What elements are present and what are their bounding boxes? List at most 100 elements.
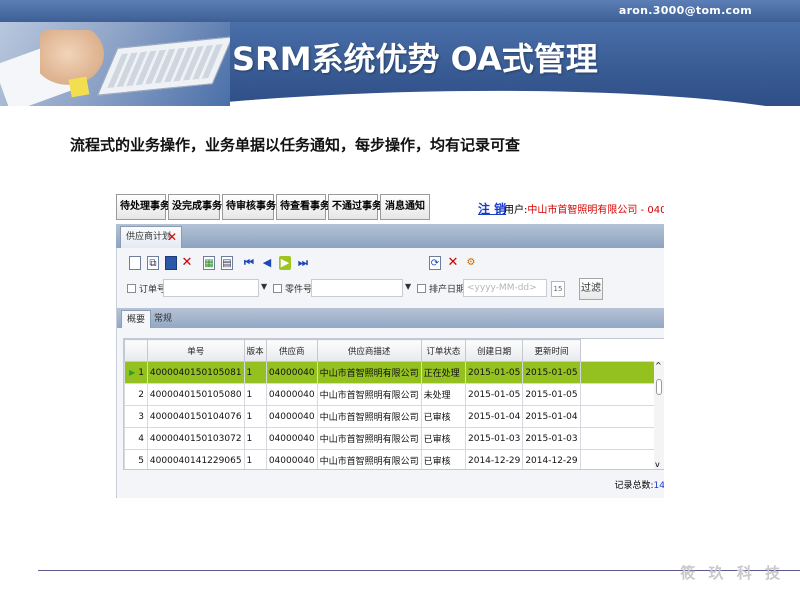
slide-subtitle: 流程式的业务操作，业务单据以任务通知，每步操作，均有记录可查 (70, 136, 521, 154)
table-row[interactable]: ▶ 1 4000040150105081 1 04000040 中山市首智照明有… (124, 361, 664, 384)
part-no-checkbox[interactable] (273, 284, 282, 293)
column-header[interactable]: 版本 (243, 339, 267, 362)
supplier-desc-cell[interactable]: 中山市首智照明有限公司 (316, 427, 422, 450)
column-header[interactable]: 供应商 (265, 339, 318, 362)
part-no-dropdown-icon[interactable]: ▼ (405, 282, 411, 291)
order-number-cell[interactable]: 4000040150105081 (146, 361, 245, 384)
supplier-desc-cell[interactable]: 中山市首智照明有限公司 (316, 361, 422, 384)
last-record-icon[interactable]: ⏭ (297, 256, 309, 270)
tab-supplier-plan[interactable]: 供应商计划 ✕ (120, 226, 182, 248)
close-icon[interactable]: ✕ (167, 227, 177, 247)
order-number-cell[interactable]: 4000040150103072 (146, 427, 245, 450)
updated-date-cell[interactable]: 2014-12-29 (522, 449, 581, 469)
vertical-scrollbar[interactable]: ^ v (654, 361, 664, 469)
settings-icon[interactable]: ⚙ (465, 256, 477, 270)
order-table: 单号 版本 供应商 供应商描述 订单状态 创建日期 更新时间 ▶ 1 40000… (123, 338, 664, 470)
cancel-icon[interactable]: ✕ (447, 256, 459, 270)
supplier-plan-panel: ⧉ ✕ ▦ ▤ ⏮ ◀ ▶ ⏭ ⟳ ✕ ⚙ 订单号: ▼ 零件号: ▼ 排产日期… (116, 248, 664, 498)
refresh-icon[interactable]: ⟳ (429, 256, 441, 270)
supplier-desc-cell[interactable]: 中山市首智照明有限公司 (316, 449, 422, 469)
save-icon[interactable] (165, 256, 177, 270)
delete-icon[interactable]: ✕ (181, 256, 193, 270)
tab-review-tasks[interactable]: 待审核事务 (222, 194, 276, 220)
date-checkbox[interactable] (417, 284, 426, 293)
status-cell[interactable]: 已审核 (420, 405, 467, 428)
table-row[interactable]: 5 4000040141229065 1 04000040 中山市首智照明有限公… (124, 449, 664, 469)
status-cell[interactable]: 已审核 (420, 449, 467, 469)
banner-photo (0, 22, 230, 106)
created-date-cell[interactable]: 2015-01-05 (464, 361, 524, 384)
status-cell[interactable]: 未处理 (420, 383, 467, 406)
column-header[interactable]: 单号 (146, 339, 245, 362)
tab-general[interactable]: 常规 (149, 310, 177, 328)
created-date-cell[interactable]: 2015-01-04 (464, 405, 524, 428)
tab-rejected-tasks[interactable]: 不通过事务1 (328, 194, 389, 220)
table-row[interactable]: 3 4000040150104076 1 04000040 中山市首智照明有限公… (124, 405, 664, 428)
supplier-cell[interactable]: 04000040 (265, 383, 318, 406)
order-number-cell[interactable]: 4000040150105080 (146, 383, 245, 406)
filter-button[interactable]: 过滤 (579, 278, 603, 300)
tab-unfinished-tasks[interactable]: 没完成事务 (168, 194, 222, 220)
supplier-cell[interactable]: 04000040 (265, 405, 318, 428)
supplier-cell[interactable]: 04000040 (265, 449, 318, 469)
column-header[interactable]: 订单状态 (420, 339, 467, 362)
date-input[interactable]: <yyyy-MM-dd> (463, 279, 547, 297)
created-date-cell[interactable]: 2015-01-03 (464, 427, 524, 450)
scroll-down-icon[interactable]: v (655, 460, 660, 469)
tab-pending-tasks[interactable]: 待处理事务1 (116, 194, 177, 220)
calendar-icon[interactable]: 15 (551, 281, 565, 297)
order-no-checkbox[interactable] (127, 284, 136, 293)
srm-app-screenshot: 待处理事务1 没完成事务 待审核事务 待查看事务 不通过事务1 消息通知 注 销… (116, 192, 664, 498)
column-header[interactable]: 供应商描述 (316, 339, 422, 362)
tab-view-tasks[interactable]: 待查看事务 (276, 194, 330, 220)
updated-date-cell[interactable]: 2015-01-05 (522, 383, 581, 406)
supplier-desc-cell[interactable]: 中山市首智照明有限公司 (316, 405, 422, 428)
column-filler (580, 339, 664, 362)
version-cell[interactable]: 1 (243, 449, 267, 469)
record-total: 记录总数:14 (614, 481, 665, 491)
detail-subtabs: 概要 常规 (117, 308, 664, 328)
order-number-cell[interactable]: 4000040150104076 (146, 405, 245, 428)
column-header (124, 339, 148, 362)
table-header: 单号 版本 供应商 供应商描述 订单状态 创建日期 更新时间 (124, 339, 664, 362)
tab-summary[interactable]: 概要 (121, 310, 152, 328)
table-row[interactable]: 2 4000040150105080 1 04000040 中山市首智照明有限公… (124, 383, 664, 406)
created-date-cell[interactable]: 2015-01-05 (464, 383, 524, 406)
tab-notifications[interactable]: 消息通知 (380, 194, 430, 220)
version-cell[interactable]: 1 (243, 383, 267, 406)
first-record-icon[interactable]: ⏮ (243, 256, 255, 270)
supplier-cell[interactable]: 04000040 (265, 427, 318, 450)
order-no-dropdown-icon[interactable]: ▼ (261, 282, 267, 291)
order-number-cell[interactable]: 4000040141229065 (146, 449, 245, 469)
logout-link[interactable]: 注 销 (478, 200, 506, 217)
company-watermark: 筱 玖 科 技 (680, 564, 784, 582)
user-info: 用户:中山市首智照明有限公司 - 0400004 (504, 205, 664, 216)
part-no-input[interactable] (311, 279, 403, 297)
order-no-input[interactable] (163, 279, 259, 297)
version-cell[interactable]: 1 (243, 361, 267, 384)
updated-date-cell[interactable]: 2015-01-04 (522, 405, 581, 428)
current-row-indicator-icon: ▶ (129, 367, 136, 377)
version-cell[interactable]: 1 (243, 405, 267, 428)
scroll-up-icon[interactable]: ^ (655, 361, 662, 370)
version-cell[interactable]: 1 (243, 427, 267, 450)
next-record-icon[interactable]: ▶ (279, 256, 291, 270)
created-date-cell[interactable]: 2014-12-29 (464, 449, 524, 469)
supplier-desc-cell[interactable]: 中山市首智照明有限公司 (316, 383, 422, 406)
copy-icon[interactable]: ⧉ (147, 256, 159, 270)
status-cell[interactable]: 正在处理 (420, 361, 467, 384)
export-icon[interactable]: ▦ (203, 256, 215, 270)
filter-bar: 订单号: ▼ 零件号: ▼ 排产日期: <yyyy-MM-dd> 15 过滤 (117, 278, 664, 300)
column-header[interactable]: 创建日期 (464, 339, 524, 362)
updated-date-cell[interactable]: 2015-01-05 (522, 361, 581, 384)
supplier-cell[interactable]: 04000040 (265, 361, 318, 384)
previous-record-icon[interactable]: ◀ (261, 256, 273, 270)
column-header[interactable]: 更新时间 (522, 339, 581, 362)
task-tabs-bar: 待处理事务1 没完成事务 待审核事务 待查看事务 不通过事务1 消息通知 注 销… (116, 192, 664, 222)
status-cell[interactable]: 已审核 (420, 427, 467, 450)
print-icon[interactable]: ▤ (221, 256, 233, 270)
scroll-thumb[interactable] (656, 379, 662, 395)
new-icon[interactable] (129, 256, 141, 270)
table-row[interactable]: 4 4000040150103072 1 04000040 中山市首智照明有限公… (124, 427, 664, 450)
updated-date-cell[interactable]: 2015-01-03 (522, 427, 581, 450)
